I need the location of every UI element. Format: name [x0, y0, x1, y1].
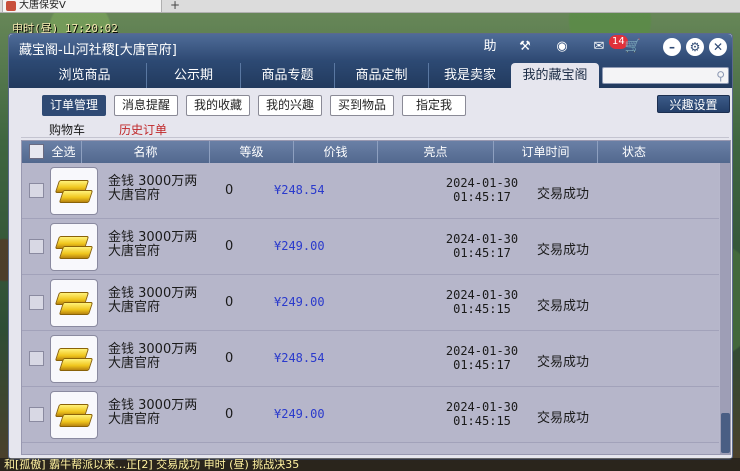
record-icon[interactable]: ◉ — [552, 37, 572, 57]
item-level: 0 — [225, 351, 234, 366]
row-checkbox[interactable] — [29, 407, 44, 422]
table-header: 全选 名称 等级 价钱 亮点 订单时间 状态 — [22, 141, 730, 163]
order-status: 交易成功 — [537, 299, 590, 314]
row-checkbox[interactable] — [29, 295, 44, 310]
window-title: 藏宝阁-山河社稷[大唐官府] — [19, 43, 177, 58]
order-date: 2024-01-30 — [445, 288, 519, 302]
search-icon[interactable]: ⚲ — [716, 69, 725, 83]
header-level: 等级 — [210, 141, 294, 163]
treasure-pavilion-window: 藏宝阁-山河社稷[大唐官府] 助 ⚒ ◉ ✉ 14 🛒 – ⚙ ✕ 浏览商品 公… — [8, 33, 733, 460]
subtab-interests[interactable]: 我的兴趣 — [258, 95, 322, 116]
gold-ingot-icon — [50, 335, 98, 383]
new-tab-button[interactable]: + — [168, 0, 182, 12]
item-name: 金钱 3000万两 — [108, 174, 198, 189]
subtab-favorites[interactable]: 我的收藏 — [186, 95, 250, 116]
order-time: 01:45:15 — [453, 414, 511, 428]
search-input[interactable]: ⚲ — [602, 67, 729, 84]
item-price: ¥249.00 — [274, 407, 325, 421]
divider — [21, 137, 729, 138]
item-level: 0 — [225, 239, 234, 254]
gold-ingot-icon — [50, 391, 98, 439]
tab-topics[interactable]: 商品专题 — [241, 63, 335, 88]
item-server: 大唐官府 — [108, 188, 161, 203]
header-order-time: 订单时间 — [494, 141, 598, 163]
subtab-designated[interactable]: 指定我 — [402, 95, 466, 116]
cart-link[interactable]: 购物车 — [49, 121, 85, 138]
order-time: 01:45:17 — [453, 190, 511, 204]
order-time: 01:45:15 — [453, 302, 511, 316]
favicon-icon — [6, 1, 16, 11]
item-server: 大唐官府 — [108, 356, 161, 371]
header-status: 状态 — [621, 145, 646, 159]
browser-tab-title: 大唐保安V — [19, 0, 66, 11]
item-level: 0 — [225, 407, 234, 422]
gold-ingot-icon — [50, 223, 98, 271]
order-date: 2024-01-30 — [445, 232, 519, 246]
row-checkbox[interactable] — [29, 239, 44, 254]
item-name: 金钱 3000万两 — [108, 286, 198, 301]
tab-browse[interactable]: 浏览商品 — [23, 63, 147, 88]
browser-tab[interactable]: 大唐保安V — [2, 0, 162, 13]
scrollbar-thumb[interactable] — [721, 413, 730, 453]
order-status: 交易成功 — [537, 187, 590, 202]
order-date: 2024-01-30 — [445, 400, 519, 414]
item-level: 0 — [225, 295, 234, 310]
settings-gear-icon[interactable]: ⚙ — [686, 38, 704, 56]
title-bar[interactable]: 藏宝阁-山河社稷[大唐官府] 助 ⚒ ◉ ✉ 14 🛒 – ⚙ ✕ — [9, 34, 732, 60]
tab-seller[interactable]: 我是卖家 — [429, 63, 511, 88]
select-all-checkbox[interactable] — [29, 144, 44, 159]
item-server: 大唐官府 — [108, 412, 161, 427]
table-scrollbar[interactable] — [720, 163, 730, 454]
gold-ingot-icon — [50, 167, 98, 215]
subtab-purchased[interactable]: 买到物品 — [330, 95, 394, 116]
table-row[interactable]: 金钱 3000万两 大唐官府 0 ¥249.00 2024-01-30 01:4… — [22, 387, 719, 443]
subtab-notifications[interactable]: 消息提醒 — [114, 95, 178, 116]
tab-custom[interactable]: 商品定制 — [335, 63, 429, 88]
tab-my-treasure[interactable]: 我的藏宝阁 — [511, 63, 599, 88]
header-highlights: 亮点 — [378, 141, 494, 163]
history-orders-link[interactable]: 历史订单 — [119, 121, 167, 138]
subtab-orders[interactable]: 订单管理 — [42, 95, 106, 116]
table-row[interactable]: 金钱 3000万两 大唐官府 0 ¥249.00 2024-01-30 01:4… — [22, 219, 719, 275]
item-price: ¥248.54 — [274, 351, 325, 365]
item-level: 0 — [225, 183, 234, 198]
item-price: ¥249.00 — [274, 295, 325, 309]
table-body: 金钱 3000万两 大唐官府 0 ¥248.54 2024-01-30 01:4… — [22, 163, 719, 454]
row-checkbox[interactable] — [29, 351, 44, 366]
tab-announce[interactable]: 公示期 — [147, 63, 241, 88]
gold-ingot-icon — [50, 279, 98, 327]
help-button[interactable]: 助 — [480, 37, 500, 57]
item-name: 金钱 3000万两 — [108, 398, 198, 413]
order-time: 01:45:17 — [453, 246, 511, 260]
cart-icon[interactable]: 🛒 — [623, 37, 643, 57]
close-icon[interactable]: ✕ — [709, 38, 727, 56]
order-date: 2024-01-30 — [445, 176, 519, 190]
order-status: 交易成功 — [537, 355, 590, 370]
game-chat-line: 和[孤傲] 霸牛帮派以来…正[2] 交易成功 申时 (昼) 挑战决35 — [0, 458, 740, 471]
browser-tab-strip: 大唐保安V + — [0, 0, 740, 13]
order-time: 01:45:17 — [453, 358, 511, 372]
item-price: ¥248.54 — [274, 183, 325, 197]
item-name: 金钱 3000万两 — [108, 342, 198, 357]
orders-table: 全选 名称 等级 价钱 亮点 订单时间 状态 金钱 3000万两 大唐官府 0 … — [21, 140, 731, 455]
header-price: 价钱 — [294, 141, 378, 163]
item-name: 金钱 3000万两 — [108, 230, 198, 245]
interest-settings-button[interactable]: 兴趣设置 — [657, 95, 730, 113]
item-price: ¥249.00 — [274, 239, 325, 253]
minimize-icon[interactable]: – — [663, 38, 681, 56]
order-date: 2024-01-30 — [445, 344, 519, 358]
order-status: 交易成功 — [537, 243, 590, 258]
item-server: 大唐官府 — [108, 300, 161, 315]
main-nav: 浏览商品 公示期 商品专题 商品定制 我是卖家 我的藏宝阁 ⚲ — [9, 60, 732, 88]
row-checkbox[interactable] — [29, 183, 44, 198]
table-row[interactable]: 金钱 3000万两 大唐官府 0 ¥248.54 2024-01-30 01:4… — [22, 163, 719, 219]
table-row[interactable]: 金钱 3000万两 大唐官府 0 ¥248.54 2024-01-30 01:4… — [22, 331, 719, 387]
message-icon[interactable]: ✉ — [589, 37, 609, 57]
header-select-all[interactable]: 全选 — [46, 141, 82, 163]
header-name: 名称 — [82, 141, 210, 163]
item-server: 大唐官府 — [108, 244, 161, 259]
hammer-icon[interactable]: ⚒ — [515, 37, 535, 57]
table-row[interactable]: 金钱 3000万两 大唐官府 0 ¥249.00 2024-01-30 01:4… — [22, 275, 719, 331]
order-status: 交易成功 — [537, 411, 590, 426]
